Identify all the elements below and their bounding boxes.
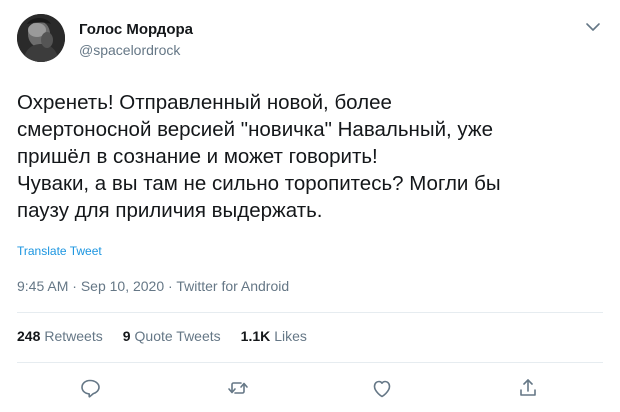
tweet-meta: 9:45 AM · Sep 10, 2020 · Twitter for And… [17,278,289,294]
display-name[interactable]: Голос Мордора [79,21,193,38]
retweets-count: 248 [17,328,41,344]
avatar[interactable] [17,14,65,62]
tweet-text: Охренеть! Отправленный новой, более смер… [17,91,501,222]
tweet-stats: 248 Retweets 9 Quote Tweets 1.1K Likes [17,328,307,344]
tweet-source[interactable]: Twitter for Android [176,278,289,294]
avatar-photo-icon [17,14,65,62]
translate-tweet-link[interactable]: Translate Tweet [17,244,102,258]
likes-label: Likes [274,328,307,344]
likes-count: 1.1K [240,328,271,344]
tweet-actions [0,372,620,402]
tweet-date[interactable]: Sep 10, 2020 [81,278,164,294]
user-handle[interactable]: @spacelordrock [79,42,180,58]
share-icon[interactable] [516,376,540,400]
meta-separator: · [164,278,177,294]
reply-icon[interactable] [78,376,102,400]
quote-tweets-count: 9 [122,328,131,344]
more-options-chevron-down-icon[interactable] [584,20,602,34]
meta-separator: · [68,278,81,294]
divider [17,312,603,313]
retweets-stat[interactable]: 248 Retweets [17,328,103,344]
retweet-icon[interactable] [226,376,250,400]
like-icon[interactable] [370,376,394,400]
quote-tweets-label: Quote Tweets [134,328,221,344]
divider [17,362,603,363]
tweet-time[interactable]: 9:45 AM [17,278,68,294]
quote-tweets-stat[interactable]: 9 Quote Tweets [123,328,221,344]
likes-stat[interactable]: 1.1K Likes [241,328,307,344]
tweet-card: Голос Мордора @spacelordrock Охренеть! О… [0,0,620,412]
retweets-label: Retweets [44,328,103,344]
